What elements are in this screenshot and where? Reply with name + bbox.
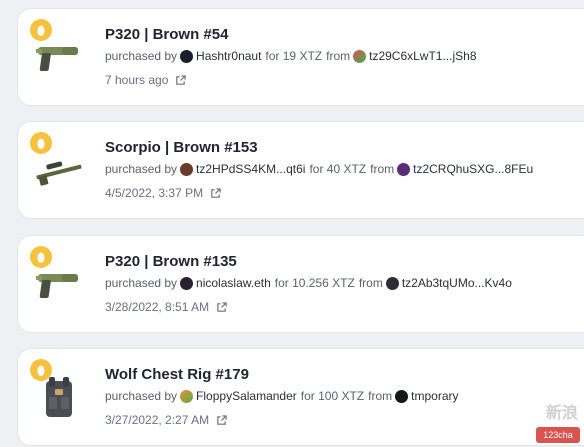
timestamp: 7 hours ago xyxy=(105,73,187,87)
purchase-line: purchased by Hashtr0naut for 19 XTZ from… xyxy=(105,49,477,63)
purchase-line: purchased by FloppySalamander for 100 XT… xyxy=(105,389,458,403)
from-label: from xyxy=(358,276,383,290)
timestamp: 4/5/2022, 3:37 PM xyxy=(105,186,221,200)
timestamp-text: 7 hours ago xyxy=(105,73,169,87)
activity-card[interactable]: ⬮ P320 | Brown #135 purchased by nicolas… xyxy=(17,235,584,333)
price-text: for 40 XTZ xyxy=(309,162,367,176)
buyer-link[interactable]: nicolaslaw.eth xyxy=(196,276,271,290)
watermark-logo: 123cha xyxy=(536,427,580,443)
seller-avatar xyxy=(397,162,411,176)
from-label: from xyxy=(326,49,351,63)
activity-card[interactable]: ⬮ Wolf Chest Rig #179 purchased by Flopp… xyxy=(17,348,584,446)
timestamp: 3/27/2022, 2:27 AM xyxy=(105,413,227,427)
sale-badge-icon: ⬮ xyxy=(30,246,52,268)
purchased-by-label: purchased by xyxy=(105,49,178,63)
chest-rig-icon xyxy=(46,377,72,417)
timestamp-text: 3/27/2022, 2:27 AM xyxy=(105,413,210,427)
purchase-line: purchased by nicolaslaw.eth for 10.256 X… xyxy=(105,276,512,290)
seller-avatar xyxy=(395,389,409,403)
seller-link[interactable]: tz2CRQhuSXG...8FEu xyxy=(413,162,533,176)
seller-link[interactable]: tz29C6xLwT1...jSh8 xyxy=(369,49,476,63)
timestamp-text: 3/28/2022, 8:51 AM xyxy=(105,300,210,314)
buyer-avatar xyxy=(180,49,194,63)
purchased-by-label: purchased by xyxy=(105,162,178,176)
pistol-icon xyxy=(36,274,78,298)
seller-link[interactable]: tz2Ab3tqUMo...Kv4o xyxy=(402,276,512,290)
seller-link[interactable]: tmporary xyxy=(411,389,458,403)
watermark-text: 新浪 xyxy=(545,403,578,422)
from-label: from xyxy=(368,389,393,403)
seller-avatar xyxy=(353,49,367,63)
timestamp: 3/28/2022, 8:51 AM xyxy=(105,300,227,314)
timestamp-text: 4/5/2022, 3:37 PM xyxy=(105,186,204,200)
external-link-icon[interactable] xyxy=(216,414,227,426)
sniper-rifle-icon xyxy=(36,161,82,186)
external-link-icon[interactable] xyxy=(210,187,221,199)
item-title[interactable]: Wolf Chest Rig #179 xyxy=(105,366,249,383)
purchase-line: purchased by tz2HPdSS4KM...qt6i for 40 X… xyxy=(105,162,533,176)
buyer-link[interactable]: Hashtr0naut xyxy=(196,49,261,63)
price-text: for 19 XTZ xyxy=(265,49,323,63)
item-title[interactable]: P320 | Brown #54 xyxy=(105,26,228,43)
purchased-by-label: purchased by xyxy=(105,276,178,290)
price-text: for 100 XTZ xyxy=(300,389,365,403)
activity-card[interactable]: ⬮ P320 | Brown #54 purchased by Hashtr0n… xyxy=(17,8,584,106)
sale-badge-icon: ⬮ xyxy=(30,132,52,154)
activity-card[interactable]: ⬮ Scorpio | Brown #153 purchased by tz2H… xyxy=(17,121,584,219)
sale-badge-icon: ⬮ xyxy=(30,19,52,41)
pistol-icon xyxy=(36,47,78,71)
price-text: for 10.256 XTZ xyxy=(274,276,355,290)
item-title[interactable]: P320 | Brown #135 xyxy=(105,253,237,270)
item-title[interactable]: Scorpio | Brown #153 xyxy=(105,139,258,156)
buyer-avatar xyxy=(180,162,194,176)
buyer-avatar xyxy=(180,389,194,403)
buyer-avatar xyxy=(180,276,194,290)
from-label: from xyxy=(370,162,395,176)
seller-avatar xyxy=(385,276,399,290)
purchased-by-label: purchased by xyxy=(105,389,178,403)
external-link-icon[interactable] xyxy=(216,301,227,313)
external-link-icon[interactable] xyxy=(175,74,187,86)
buyer-link[interactable]: tz2HPdSS4KM...qt6i xyxy=(196,162,305,176)
buyer-link[interactable]: FloppySalamander xyxy=(196,389,297,403)
